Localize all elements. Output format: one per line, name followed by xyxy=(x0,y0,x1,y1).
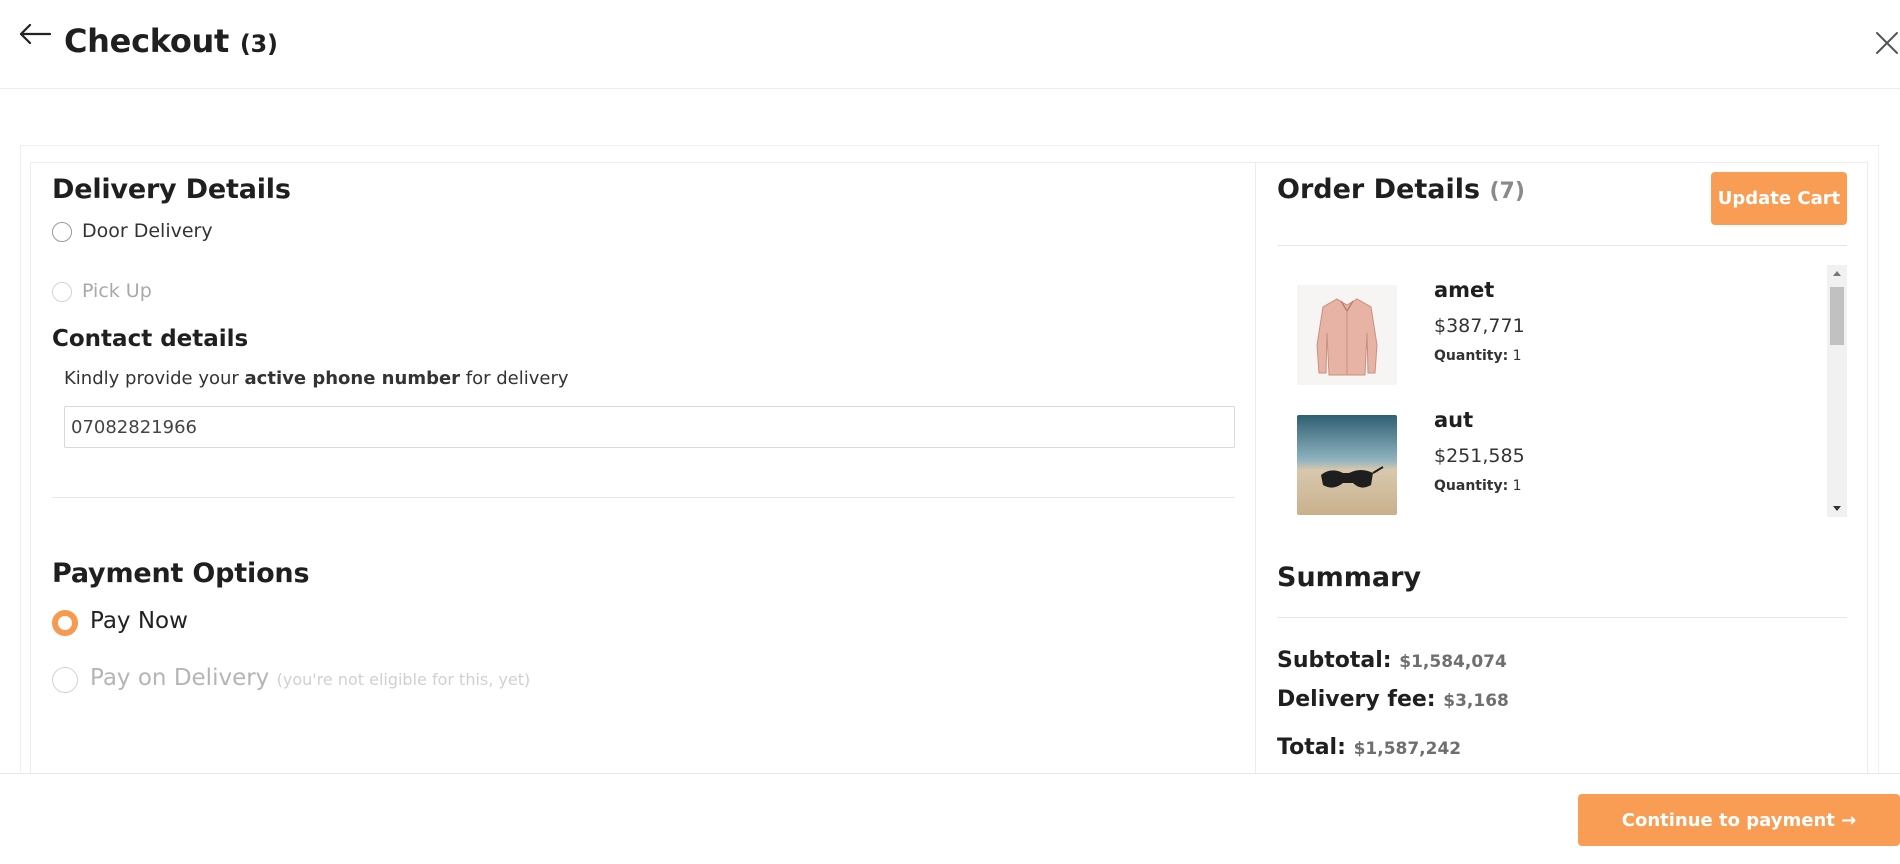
pay-on-delivery-text: Pay on Delivery xyxy=(90,665,270,691)
item-thumbnail-shirt xyxy=(1297,285,1397,385)
subtotal-label: Subtotal: xyxy=(1277,648,1392,673)
pay-now-label[interactable]: Pay Now xyxy=(90,608,188,634)
pay-on-delivery-note: (you're not eligible for this, yet) xyxy=(276,670,531,689)
close-button[interactable] xyxy=(1874,30,1900,56)
header-bar: Checkout (3) xyxy=(0,0,1900,89)
item-name: amet xyxy=(1434,278,1495,302)
quantity-label: Quantity: xyxy=(1434,478,1509,494)
delivery-fee-label: Delivery fee: xyxy=(1277,687,1436,712)
left-panel xyxy=(30,162,1256,792)
quantity-value: 1 xyxy=(1512,478,1522,494)
item-quantity: Quantity: 1 xyxy=(1434,478,1522,494)
door-delivery-radio[interactable] xyxy=(52,222,72,242)
order-items-list[interactable]: amet $387,771 Quantity: 1 aut $251,585 Q… xyxy=(1277,265,1847,517)
total-value: $1,587,242 xyxy=(1353,739,1462,759)
page-title: Checkout (3) xyxy=(64,22,278,60)
total-label: Total: xyxy=(1277,735,1346,760)
subtotal-value: $1,584,074 xyxy=(1399,652,1507,672)
delivery-fee-value: $3,168 xyxy=(1443,691,1509,711)
arrow-left-icon xyxy=(19,23,52,45)
quantity-label: Quantity: xyxy=(1434,348,1509,364)
cart-count: (3) xyxy=(239,30,278,58)
pay-on-delivery-label: Pay on Delivery (you're not eligible for… xyxy=(90,665,530,691)
scroll-down-arrow-icon[interactable] xyxy=(1827,499,1847,517)
continue-to-payment-button[interactable]: Continue to payment → xyxy=(1578,794,1900,846)
summary-divider xyxy=(1277,617,1847,618)
door-delivery-label[interactable]: Door Delivery xyxy=(82,220,213,242)
order-divider xyxy=(1277,245,1847,246)
pay-on-delivery-radio xyxy=(52,667,78,693)
item-thumbnail-sunglasses xyxy=(1297,415,1397,515)
pay-now-radio[interactable] xyxy=(52,610,78,636)
order-item[interactable]: amet $387,771 Quantity: 1 xyxy=(1277,278,1817,395)
order-details-heading: Order Details (7) xyxy=(1277,174,1525,205)
delivery-heading: Delivery Details xyxy=(52,174,291,205)
summary-heading: Summary xyxy=(1277,562,1422,593)
close-icon xyxy=(1876,32,1898,54)
phone-input[interactable] xyxy=(64,406,1235,448)
order-item[interactable]: aut $251,585 Quantity: 1 xyxy=(1277,408,1817,517)
item-name: aut xyxy=(1434,408,1474,432)
pick-up-radio xyxy=(52,282,72,302)
scroll-thumb[interactable] xyxy=(1830,287,1844,345)
subtotal-row: Subtotal: $1,584,074 xyxy=(1277,648,1507,673)
helper-prefix: Kindly provide your xyxy=(64,368,245,389)
helper-bold: active phone number xyxy=(244,368,461,389)
delivery-fee-row: Delivery fee: $3,168 xyxy=(1277,687,1509,712)
payment-heading: Payment Options xyxy=(52,558,310,589)
pick-up-label: Pick Up xyxy=(82,280,152,302)
update-cart-button[interactable]: Update Cart xyxy=(1711,172,1847,225)
total-row: Total: $1,587,242 xyxy=(1277,735,1461,760)
item-price: $387,771 xyxy=(1434,315,1525,337)
order-details-title: Order Details xyxy=(1277,174,1481,205)
contact-helper-text: Kindly provide your active phone number … xyxy=(64,368,569,389)
section-divider xyxy=(52,497,1235,498)
contact-heading: Contact details xyxy=(52,326,249,352)
item-quantity: Quantity: 1 xyxy=(1434,348,1522,364)
back-button[interactable] xyxy=(18,23,58,58)
items-scrollbar[interactable] xyxy=(1827,265,1847,517)
helper-suffix: for delivery xyxy=(460,368,569,389)
item-price: $251,585 xyxy=(1434,445,1525,467)
page-title-text: Checkout xyxy=(64,22,230,60)
scroll-up-arrow-icon[interactable] xyxy=(1827,265,1847,283)
order-count: (7) xyxy=(1489,179,1525,204)
quantity-value: 1 xyxy=(1512,348,1522,364)
